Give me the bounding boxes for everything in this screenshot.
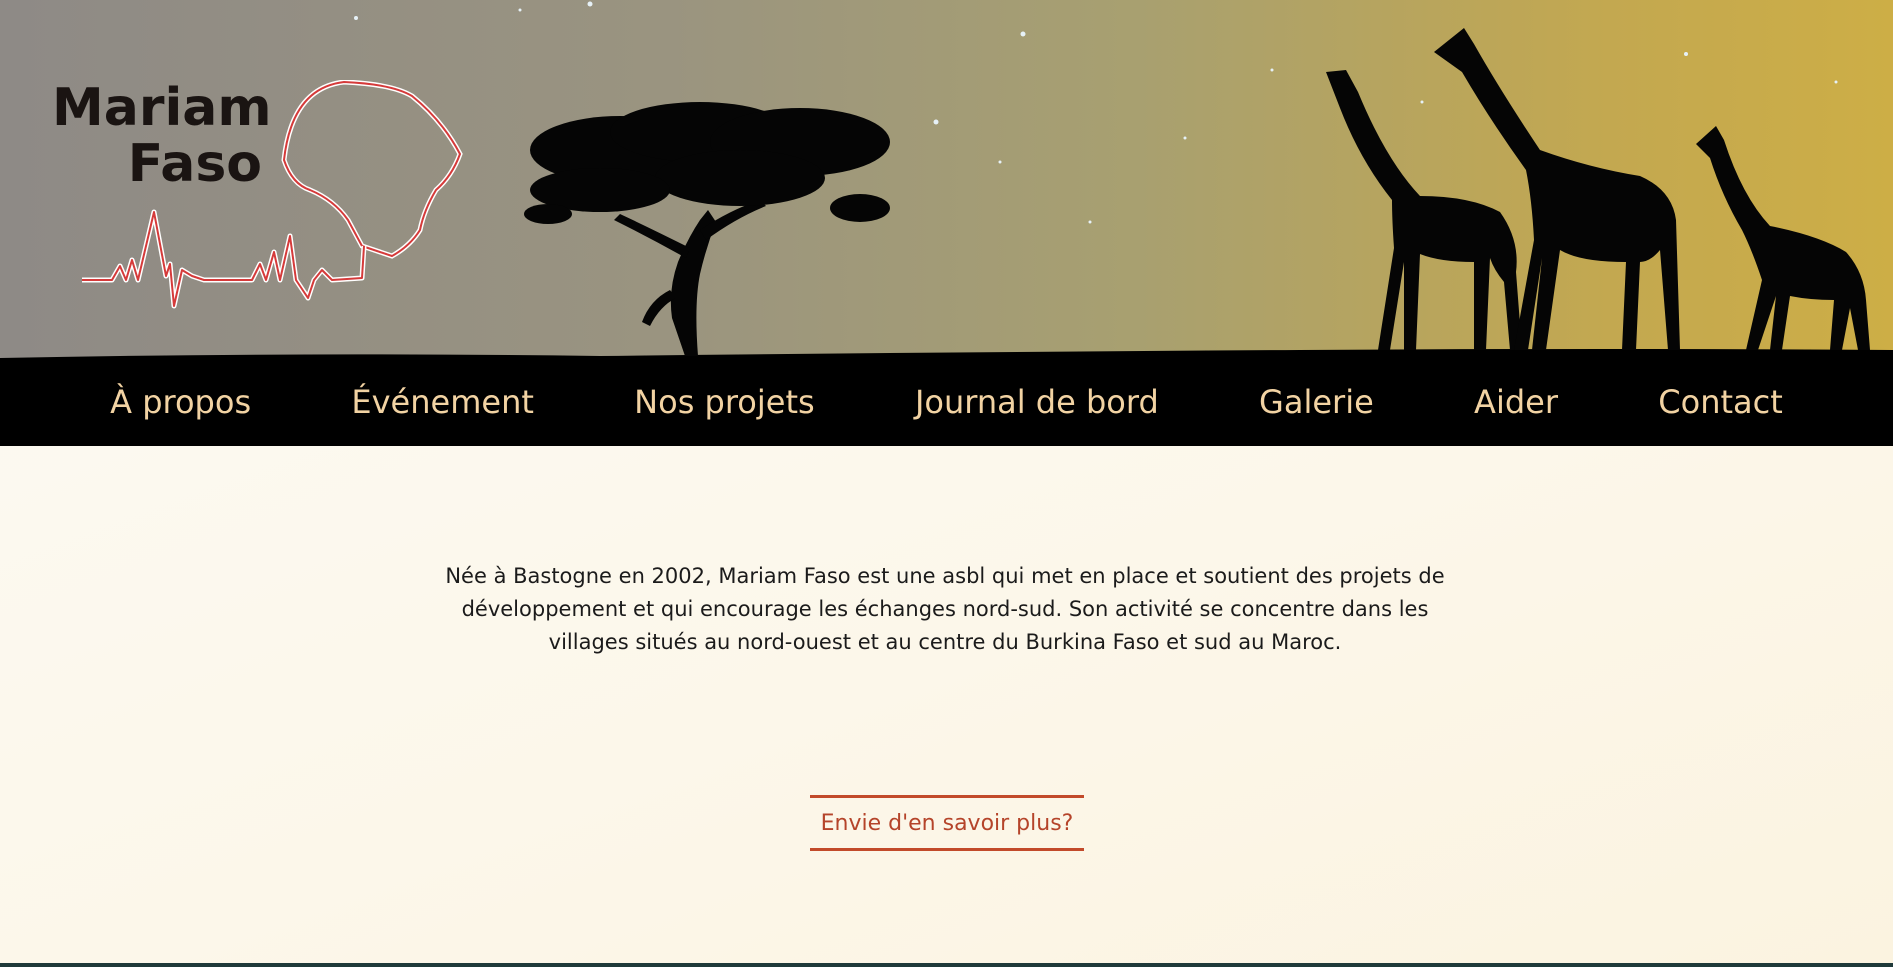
nav-item-a-propos[interactable]: À propos bbox=[110, 383, 251, 421]
site-logo[interactable]: Mariam Faso bbox=[52, 80, 472, 320]
learn-more-button[interactable]: Envie d'en savoir plus? bbox=[810, 795, 1084, 851]
nav-item-galerie[interactable]: Galerie bbox=[1259, 383, 1374, 421]
acacia-tree-icon bbox=[524, 102, 890, 356]
nav-item-nos-projets[interactable]: Nos projets bbox=[634, 383, 815, 421]
nav-item-evenement[interactable]: Événement bbox=[351, 383, 534, 421]
page: Mariam Faso À propos Événement Nos proje… bbox=[0, 0, 1893, 967]
nav-item-contact[interactable]: Contact bbox=[1658, 383, 1783, 421]
main-navigation: À propos Événement Nos projets Journal d… bbox=[0, 358, 1893, 446]
intro-paragraph: Née à Bastogne en 2002, Mariam Faso est … bbox=[445, 564, 1445, 654]
footer-edge bbox=[0, 963, 1893, 967]
africa-heartbeat-icon bbox=[82, 80, 463, 309]
nav-item-aider[interactable]: Aider bbox=[1474, 383, 1558, 421]
nav-item-journal-de-bord[interactable]: Journal de bord bbox=[915, 383, 1159, 421]
giraffe-silhouettes-icon bbox=[1326, 28, 1870, 350]
hero-banner: Mariam Faso bbox=[0, 0, 1893, 360]
